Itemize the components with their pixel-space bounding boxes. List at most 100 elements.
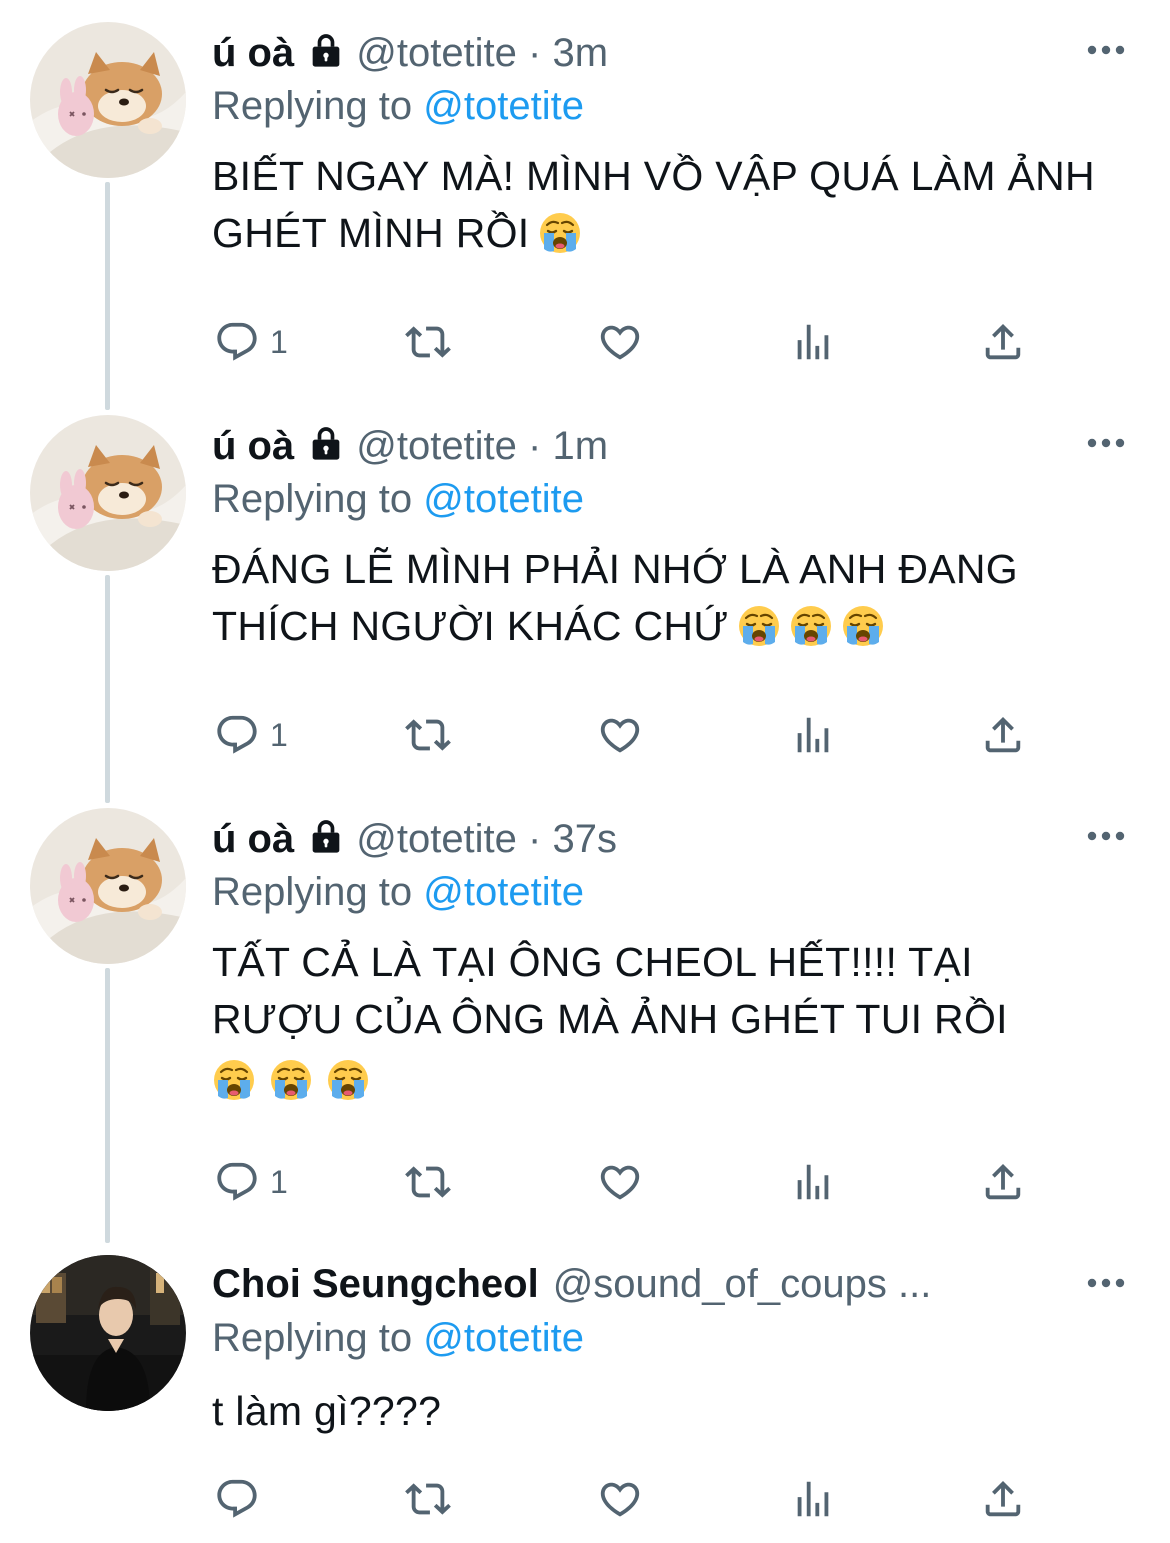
timestamp[interactable]: 37s <box>552 813 617 865</box>
loudly-crying-face-emoji <box>269 1058 313 1102</box>
views-icon <box>790 712 836 758</box>
views-button[interactable] <box>790 1474 836 1524</box>
handle[interactable]: @totetite <box>356 27 517 79</box>
replying-to: Replying to @totetite <box>212 80 584 132</box>
tweet-header: ú oà @totetite · 1m <box>212 419 608 471</box>
reply-button[interactable]: 1 <box>214 710 288 760</box>
action-bar: 1 <box>212 1157 1052 1207</box>
retweet-button[interactable] <box>405 710 451 760</box>
more-icon[interactable] <box>1086 1277 1126 1289</box>
lock-icon <box>306 423 346 463</box>
like-button[interactable] <box>597 710 643 760</box>
thread-line <box>105 968 110 1243</box>
retweet-button[interactable] <box>405 1474 451 1524</box>
tweet-text: t làm gì???? <box>212 1383 1132 1440</box>
tweet-text-line: TẤT CẢ LÀ TẠI ÔNG CHEOL HẾT!!!! TẠI <box>212 939 973 985</box>
more-icon[interactable] <box>1086 437 1126 449</box>
handle[interactable]: @sound_of_coups ... <box>553 1258 932 1310</box>
reply-icon <box>214 1476 260 1522</box>
like-button[interactable] <box>597 1474 643 1524</box>
replying-to: Replying to @totetite <box>212 473 584 525</box>
tweet-text: TẤT CẢ LÀ TẠI ÔNG CHEOL HẾT!!!! TẠI RƯỢU… <box>212 934 1132 1105</box>
share-icon <box>980 1476 1026 1522</box>
views-button[interactable] <box>790 710 836 760</box>
tweet-text: BIẾT NGAY MÀ! MÌNH VỒ VẬP QUÁ LÀM ẢNH GH… <box>212 148 1132 262</box>
views-button[interactable] <box>790 1157 836 1207</box>
replying-label: Replying to <box>212 870 413 914</box>
replying-to: Replying to @totetite <box>212 1312 584 1364</box>
action-bar: 1 <box>212 317 1052 367</box>
views-icon <box>790 319 836 365</box>
reply-mention-link[interactable]: @totetite <box>423 477 584 521</box>
reply-icon <box>214 319 260 365</box>
views-icon <box>790 1159 836 1205</box>
avatar[interactable] <box>30 22 186 178</box>
tweet-header: ú oà @totetite · 3m <box>212 26 608 78</box>
timestamp[interactable]: 1m <box>552 420 608 472</box>
reply-mention-link[interactable]: @totetite <box>423 84 584 128</box>
share-icon <box>980 712 1026 758</box>
share-button[interactable] <box>980 1157 1026 1207</box>
display-name[interactable]: ú oà <box>212 813 294 865</box>
tweet-text-content: t làm gì???? <box>212 1388 442 1434</box>
like-icon <box>597 712 643 758</box>
avatar[interactable] <box>30 1255 186 1411</box>
more-icon[interactable] <box>1086 830 1126 842</box>
more-icon[interactable] <box>1086 44 1126 56</box>
thread-line <box>105 575 110 803</box>
reply-button[interactable] <box>214 1474 270 1524</box>
handle[interactable]: @totetite <box>356 420 517 472</box>
handle[interactable]: @totetite <box>356 813 517 865</box>
separator-dot: · <box>516 424 553 468</box>
separator-dot: · <box>516 31 553 75</box>
reply-button[interactable]: 1 <box>214 317 288 367</box>
share-icon <box>980 319 1026 365</box>
retweet-button[interactable] <box>405 1157 451 1207</box>
lock-icon <box>306 816 346 856</box>
like-icon <box>597 1476 643 1522</box>
display-name[interactable]: ú oà <box>212 27 294 79</box>
display-name[interactable]: Choi Seungcheol <box>212 1258 539 1310</box>
like-button[interactable] <box>597 317 643 367</box>
replying-to: Replying to @totetite <box>212 866 584 918</box>
tweet-header: ú oà @totetite · 37s <box>212 812 617 864</box>
replying-label: Replying to <box>212 1316 413 1360</box>
share-button[interactable] <box>980 710 1026 760</box>
thread-line <box>105 182 110 410</box>
like-icon <box>597 319 643 365</box>
retweet-button[interactable] <box>405 317 451 367</box>
reply-mention-link[interactable]: @totetite <box>423 870 584 914</box>
share-button[interactable] <box>980 1474 1026 1524</box>
reply-icon <box>214 712 260 758</box>
display-name[interactable]: ú oà <box>212 420 294 472</box>
retweet-icon <box>405 712 451 758</box>
tweet-text-content: BIẾT NGAY MÀ! MÌNH VỒ VẬP QUÁ LÀM ẢNH GH… <box>212 153 1095 256</box>
tweet-header: Choi Seungcheol @sound_of_coups ... <box>212 1258 1082 1310</box>
avatar[interactable] <box>30 808 186 964</box>
lock-icon <box>306 30 346 70</box>
retweet-icon <box>405 1476 451 1522</box>
like-button[interactable] <box>597 1157 643 1207</box>
reply-mention-link[interactable]: @totetite <box>423 1316 584 1360</box>
timestamp[interactable]: 3m <box>552 27 608 79</box>
reply-count: 1 <box>270 716 288 753</box>
tweet-text-line: RƯỢU CỦA ÔNG MÀ ẢNH GHÉT TUI RỒI <box>212 996 1008 1042</box>
loudly-crying-face-emoji <box>538 211 582 255</box>
tweet-text-content: ĐÁNG LẼ MÌNH PHẢI NHỚ LÀ ANH ĐANG THÍCH … <box>212 546 1018 649</box>
tweet-text: ĐÁNG LẼ MÌNH PHẢI NHỚ LÀ ANH ĐANG THÍCH … <box>212 541 1132 655</box>
separator-dot: · <box>516 817 553 861</box>
emoji-row <box>204 1048 1132 1105</box>
views-icon <box>790 1476 836 1522</box>
reply-button[interactable]: 1 <box>214 1157 288 1207</box>
share-icon <box>980 1159 1026 1205</box>
loudly-crying-face-emoji <box>212 1058 256 1102</box>
avatar[interactable] <box>30 415 186 571</box>
views-button[interactable] <box>790 317 836 367</box>
action-bar <box>212 1474 1052 1524</box>
share-button[interactable] <box>980 317 1026 367</box>
loudly-crying-face-emoji <box>326 1058 370 1102</box>
loudly-crying-face-emoji <box>789 604 833 648</box>
like-icon <box>597 1159 643 1205</box>
reply-count: 1 <box>270 1163 288 1200</box>
loudly-crying-face-emoji <box>737 604 781 648</box>
